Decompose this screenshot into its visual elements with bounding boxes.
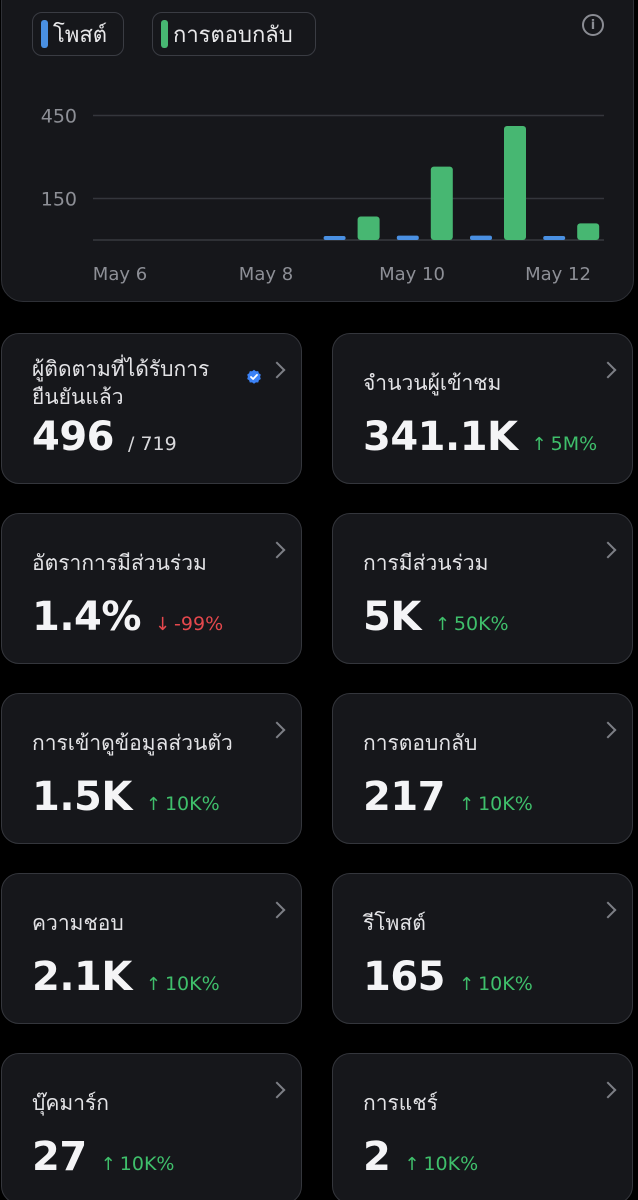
chevron-right-icon [599,721,617,739]
stat-label: อัตราการมีส่วนร่วม [32,551,207,575]
insights-page: โพสต์ การตอบกลับ i 450 150 May 6 May 8 May 1… [0,0,638,1200]
stat-label: ความชอบ [32,911,124,935]
replies-bar [357,216,380,240]
stat-value: 496 [32,414,115,460]
stat-card[interactable]: บุ๊คมาร์ก 27 ↑ 10K% [1,1053,302,1200]
stat-label: จำนวนผู้เข้าชม [363,371,502,395]
stat-value-row: 165 ↑ 10K% [363,954,533,1000]
stat-change-value: 10K% [423,1153,479,1175]
stat-change-value: 10K% [164,973,220,995]
arrow-up-icon: ↑ [404,1154,420,1175]
stat-change: ↑ 50K% [435,613,509,635]
stat-change-value: 10K% [478,793,533,815]
chevron-right-icon [268,541,286,559]
x-tick-label: May 10 [379,264,445,285]
stat-value: 165 [363,954,446,1000]
stat-change-value: 5M% [550,433,598,455]
x-tick-label: May 8 [239,264,293,285]
stat-change: ↓ -99% [155,613,223,635]
posts-bar [323,236,346,240]
arrow-up-icon: ↑ [459,974,475,995]
y-tick-label: 150 [41,189,77,211]
replies-bar [577,223,600,240]
stat-card[interactable]: ความชอบ 2.1K ↑ 10K% [1,873,302,1024]
stat-card[interactable]: อัตราการมีส่วนร่วม 1.4% ↓ -99% [1,513,302,664]
chevron-right-icon [599,361,617,379]
arrow-up-icon: ↑ [434,614,450,635]
stat-label: การมีส่วนร่วม [363,551,489,575]
x-tick-label: May 12 [525,264,591,285]
stat-card[interactable]: การเข้าดูข้อมูลส่วนตัว 1.5K ↑ 10K% [1,693,302,844]
stat-card[interactable]: จำนวนผู้เข้าชม 341.1K ↑ 5M% [332,333,633,484]
chevron-right-icon [268,361,286,379]
stat-value-row: 1.4% ↓ -99% [32,594,223,640]
stat-value-row: 2.1K ↑ 10K% [32,954,220,1000]
stat-change-value: -99% [174,613,224,635]
stat-value: 5K [363,594,421,640]
stat-label: รีโพสต์ [363,911,426,935]
verified-badge-icon [247,369,261,384]
chevron-right-icon [599,901,617,919]
stat-change-value: 10K% [478,973,533,995]
stat-value-row: 2 ↑ 10K% [363,1134,478,1180]
stat-value-row: 27 ↑ 10K% [32,1134,174,1180]
stat-value: 1.4% [32,594,141,640]
posts-bar [396,235,419,240]
stat-label: ผู้ติดตามที่ได้รับการยืนยันแล้ว [32,357,210,409]
stat-value: 1.5K [32,774,132,820]
stat-change: ↑ 10K% [146,793,220,815]
arrow-up-icon: ↑ [145,974,161,995]
posts-bar [543,236,566,240]
arrow-up-icon: ↑ [145,794,161,815]
stat-value-row: 217 ↑ 10K% [363,774,533,820]
stat-card[interactable]: การมีส่วนร่วม 5K ↑ 50K% [332,513,633,664]
stat-change: ↑ 10K% [404,1153,478,1175]
stat-total: / 719 [128,433,177,455]
stat-card[interactable]: ผู้ติดตามที่ได้รับการยืนยันแล้ว 496 / 719 [1,333,302,484]
stat-label: การแชร์ [363,1091,438,1115]
stat-label: บุ๊คมาร์ก [32,1091,110,1115]
stat-change: ↑ 5M% [532,433,598,455]
stat-value: 341.1K [363,414,518,460]
stat-value-row: 341.1K ↑ 5M% [363,414,597,460]
chevron-right-icon [599,541,617,559]
stat-value: 217 [363,774,446,820]
stat-value-row: 496 / 719 [32,414,177,460]
chart-card: โพสต์ การตอบกลับ i 450 150 May 6 May 8 May 1… [1,0,634,302]
y-tick-label: 450 [41,106,77,128]
stat-change: ↑ 10K% [459,973,533,995]
x-tick-label: May 6 [93,264,147,285]
arrow-up-icon: ↑ [459,794,475,815]
stat-change: ↑ 10K% [101,1153,175,1175]
chevron-right-icon [268,1081,286,1099]
stat-value: 2.1K [32,954,132,1000]
stat-card[interactable]: รีโพสต์ 165 ↑ 10K% [332,873,633,1024]
stat-card[interactable]: การตอบกลับ 217 ↑ 10K% [332,693,633,844]
stat-label: การเข้าดูข้อมูลส่วนตัว [32,731,233,755]
arrow-down-icon: ↓ [154,614,171,635]
stat-change-value: 10K% [119,1153,175,1175]
posts-bar [470,235,492,240]
arrow-up-icon: ↑ [531,434,547,455]
stat-card[interactable]: การแชร์ 2 ↑ 10K% [332,1053,633,1200]
stat-value-row: 5K ↑ 50K% [363,594,509,640]
stat-change: ↑ 10K% [146,973,220,995]
chevron-right-icon [268,901,286,919]
replies-bar [504,126,526,240]
stat-value: 2 [363,1134,391,1180]
stat-change-value: 50K% [453,613,509,635]
stat-change-value: 10K% [164,793,220,815]
stat-change: ↑ 10K% [459,793,533,815]
arrow-up-icon: ↑ [100,1154,116,1175]
stat-value-row: 1.5K ↑ 10K% [32,774,220,820]
stat-value: 27 [32,1134,87,1180]
chevron-right-icon [268,721,286,739]
stat-label: การตอบกลับ [363,731,478,755]
chevron-right-icon [599,1081,617,1099]
replies-bar [430,166,453,240]
replies-bar-chart: 450 150 May 6 May 8 May 10 May 12 [41,106,604,285]
